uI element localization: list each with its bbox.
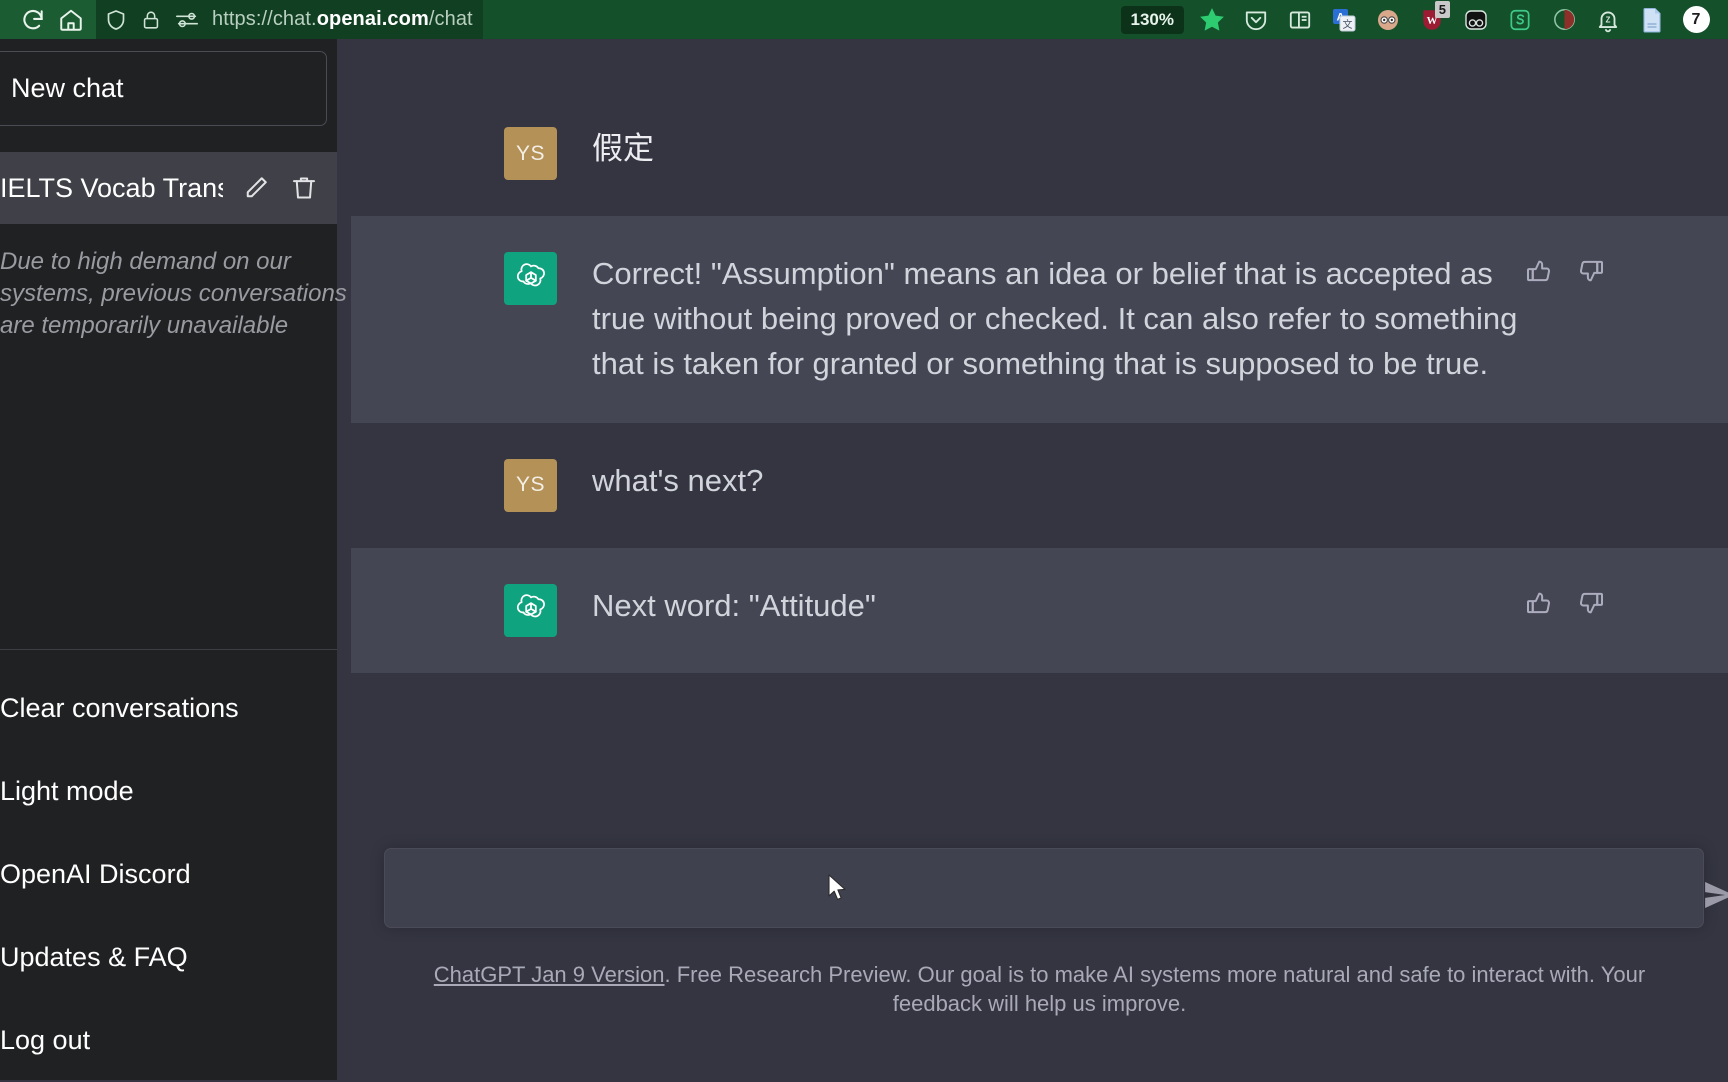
new-chat-button[interactable]: New chat — [0, 51, 327, 126]
sider-extension-icon[interactable] — [1498, 0, 1542, 39]
notification-bell-icon[interactable]: Z — [1586, 0, 1630, 39]
extension-badge-count: 5 — [1434, 1, 1450, 18]
toolbar-right-group: 130% A 文 — [1120, 0, 1728, 39]
version-link[interactable]: ChatGPT Jan 9 Version — [434, 962, 665, 987]
conversation-list-item-active[interactable]: IELTS Vocab Translatio — [0, 152, 337, 224]
sidebar-item-label: Updates & FAQ — [0, 942, 188, 972]
star-icon[interactable] — [1190, 0, 1234, 39]
dark-reader-icon[interactable] — [1454, 0, 1498, 39]
thumbs-up-icon[interactable] — [1524, 256, 1554, 291]
url-text[interactable]: https://chat.openai.com/chat — [212, 8, 473, 31]
avatar: YS — [504, 458, 557, 512]
chat-main: YS 假定 Correct! "Assumption" means an ide… — [351, 39, 1728, 1080]
account-avatar[interactable]: 7 — [1674, 0, 1718, 39]
footer-disclaimer: ChatGPT Jan 9 Version. Free Research Pre… — [351, 960, 1728, 1018]
openai-logo-icon — [504, 583, 557, 637]
home-icon[interactable] — [52, 3, 90, 37]
url-domain: openai.com — [316, 8, 429, 30]
avatar-extension-icon[interactable] — [1366, 0, 1410, 39]
sidebar-item-label: Light mode — [0, 776, 134, 806]
translate-icon[interactable]: A 文 — [1322, 0, 1366, 39]
avatar: YS — [504, 127, 557, 180]
chat-message-assistant: Correct! "Assumption" means an idea or b… — [351, 216, 1728, 423]
message-feedback-controls — [1524, 588, 1606, 623]
url-prefix: https://chat. — [212, 8, 317, 30]
sidebar-notice-line-3: are temporarily unavailable — [0, 311, 289, 339]
theme-toggle-icon[interactable] — [1542, 0, 1586, 39]
sidebar-menu: Clear conversations Light mode OpenAI Di… — [0, 667, 337, 1082]
message-input-box[interactable] — [384, 848, 1704, 928]
message-text: what's next? — [592, 462, 764, 498]
toolbar-spacer — [482, 0, 1121, 39]
shield-icon[interactable] — [104, 8, 128, 32]
footer-rest-text: . Free Research Preview. Our goal is to … — [664, 962, 1646, 1017]
sidebar-divider — [0, 649, 337, 650]
browser-toolbar: https://chat.openai.com/chat 130% 文 W 5 … — [0, 0, 1728, 39]
sidebar-notice: Due to high demand on our systems, previ… — [0, 224, 347, 342]
account-badge-number: 7 — [1682, 6, 1710, 33]
message-text: Correct! "Assumption" means an idea or b… — [592, 256, 1518, 381]
reader-view-icon[interactable] — [1278, 0, 1322, 39]
thumbs-down-icon[interactable] — [1576, 256, 1606, 291]
message-feedback-controls — [1524, 256, 1606, 291]
wikipedia-extension-icon[interactable]: W 5 — [1410, 0, 1454, 39]
send-icon[interactable] — [1702, 878, 1728, 917]
composer-area: ChatGPT Jan 9 Version. Free Research Pre… — [351, 774, 1728, 1080]
sidebar-item-openai-discord[interactable]: OpenAI Discord — [0, 833, 337, 916]
new-chat-label: New chat — [11, 73, 124, 103]
conversation-title: IELTS Vocab Translatio — [0, 172, 223, 203]
sidebar-item-log-out[interactable]: Log out — [0, 999, 337, 1082]
sidebar-notice-line-1: Due to high demand on our — [0, 248, 291, 275]
message-text: Next word: "Attitude" — [592, 587, 876, 623]
svg-text:文: 文 — [1343, 18, 1353, 31]
svg-text:Z: Z — [1606, 15, 1611, 24]
permissions-icon[interactable] — [174, 9, 200, 31]
sidebar-item-updates-faq[interactable]: Updates & FAQ — [0, 916, 337, 999]
chat-message-assistant: Next word: "Attitude" — [351, 547, 1728, 673]
thumbs-up-icon[interactable] — [1524, 588, 1554, 623]
lock-icon[interactable] — [140, 9, 162, 31]
pocket-icon[interactable] — [1234, 0, 1278, 39]
reload-icon[interactable] — [14, 3, 52, 37]
url-path: /chat — [428, 8, 473, 30]
sidebar-item-light-mode[interactable]: Light mode — [0, 750, 337, 833]
chat-message-user: YS 假定 — [351, 91, 1728, 216]
message-text: 假定 — [592, 131, 654, 166]
pencil-icon[interactable] — [241, 173, 271, 203]
sidebar-item-clear-conversations[interactable]: Clear conversations — [0, 667, 337, 750]
browser-nav-group — [0, 0, 96, 39]
document-icon[interactable] — [1630, 0, 1674, 39]
sidebar-item-label: OpenAI Discord — [0, 859, 191, 889]
chat-scroll-top-sliver — [351, 39, 1728, 91]
openai-logo-icon — [504, 252, 557, 305]
sidebar-item-label: Clear conversations — [0, 693, 239, 723]
url-bar[interactable]: https://chat.openai.com/chat — [96, 0, 483, 39]
trash-icon[interactable] — [289, 173, 319, 203]
sidebar-notice-line-2: systems, previous conversations — [0, 279, 347, 307]
sidebar-item-label: Log out — [0, 1025, 91, 1055]
zoom-level-badge[interactable]: 130% — [1120, 5, 1184, 34]
thumbs-down-icon[interactable] — [1576, 588, 1606, 623]
chat-message-user: YS what's next? — [351, 422, 1728, 548]
sidebar: New chat IELTS Vocab Translatio Due to h… — [0, 39, 347, 1082]
